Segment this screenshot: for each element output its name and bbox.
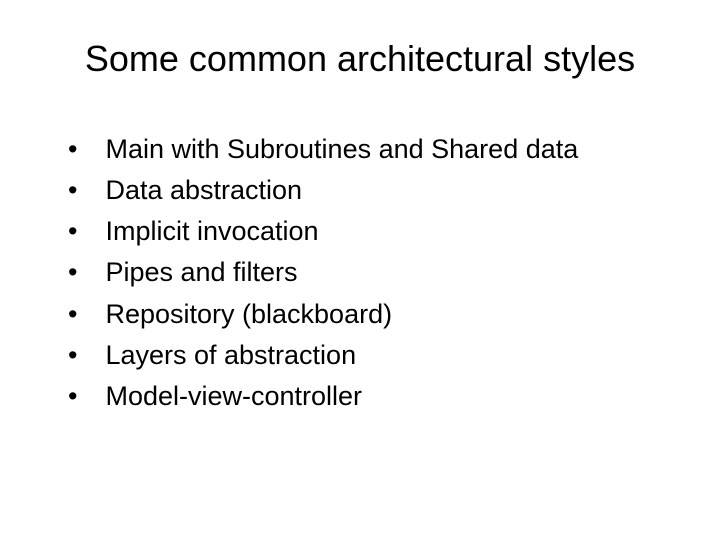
bullet-text: Repository (blackboard) xyxy=(105,295,392,334)
slide-title: Some common architectural styles xyxy=(40,38,680,80)
list-item: • Layers of abstraction xyxy=(68,336,680,375)
list-item: • Pipes and filters xyxy=(68,253,680,292)
bullet-icon: • xyxy=(68,171,77,210)
bullet-icon: • xyxy=(68,377,77,416)
bullet-text: Main with Subroutines and Shared data xyxy=(105,130,578,169)
list-item: • Data abstraction xyxy=(68,171,680,210)
bullet-icon: • xyxy=(68,336,77,375)
list-item: • Implicit invocation xyxy=(68,212,680,251)
list-item: • Model-view-controller xyxy=(68,377,680,416)
slide-container: Some common architectural styles • Main … xyxy=(0,0,720,540)
bullet-icon: • xyxy=(68,212,77,251)
bullet-text: Pipes and filters xyxy=(105,253,297,292)
bullet-icon: • xyxy=(68,130,77,169)
bullet-list: • Main with Subroutines and Shared data … xyxy=(40,130,680,416)
bullet-text: Layers of abstraction xyxy=(105,336,356,375)
list-item: • Repository (blackboard) xyxy=(68,295,680,334)
bullet-text: Model-view-controller xyxy=(105,377,362,416)
list-item: • Main with Subroutines and Shared data xyxy=(68,130,680,169)
bullet-text: Data abstraction xyxy=(105,171,302,210)
bullet-icon: • xyxy=(68,253,77,292)
bullet-text: Implicit invocation xyxy=(105,212,318,251)
bullet-icon: • xyxy=(68,295,77,334)
